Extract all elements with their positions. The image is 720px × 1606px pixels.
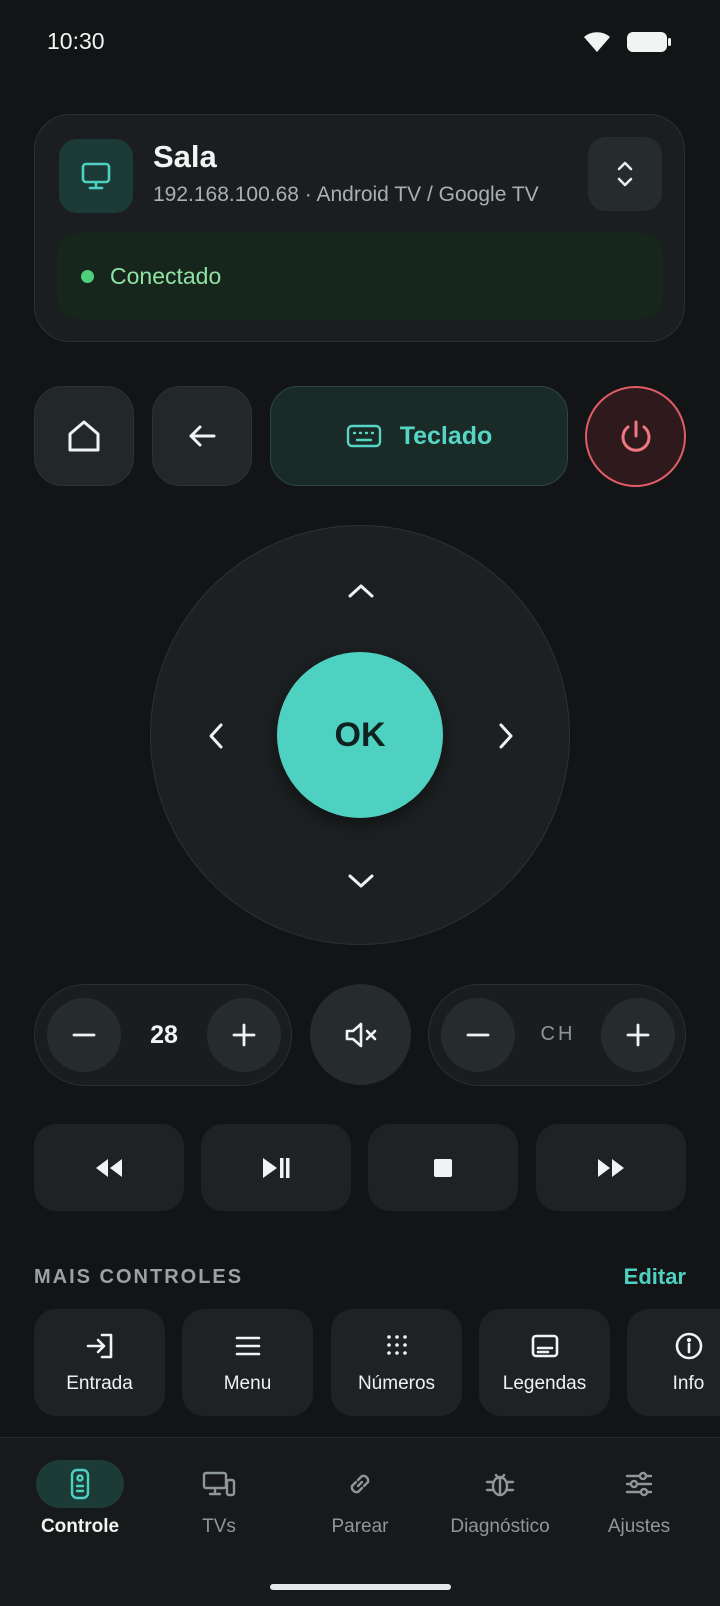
more-controls-title: MAIS CONTROLES: [34, 1266, 244, 1288]
nav-item-diagnostico[interactable]: Diagnóstico: [430, 1460, 570, 1538]
remote-icon: [69, 1468, 91, 1500]
input-icon: [85, 1331, 115, 1361]
switch-device-button[interactable]: [588, 137, 662, 211]
connection-status: Conectado: [57, 233, 663, 319]
home-icon: [65, 417, 103, 455]
control-menu[interactable]: Menu: [182, 1309, 313, 1416]
dpad-right-button[interactable]: [481, 711, 531, 761]
numbers-icon: [382, 1331, 412, 1361]
channel-up-button[interactable]: [601, 998, 675, 1072]
chevron-up-icon: [346, 581, 376, 601]
bug-icon: [484, 1469, 516, 1499]
nav-label: Ajustes: [607, 1516, 671, 1537]
rewind-icon: [93, 1156, 125, 1180]
home-button[interactable]: [34, 386, 134, 486]
mute-button[interactable]: [310, 984, 411, 1085]
volume-up-button[interactable]: [207, 998, 281, 1072]
link-icon: [345, 1469, 375, 1499]
bottom-nav: Controle TVs Parear Diagnóstico Ajustes: [0, 1437, 720, 1606]
control-label: Menu: [223, 1372, 272, 1394]
edit-link[interactable]: Editar: [624, 1264, 686, 1290]
device-name: Sala: [153, 139, 217, 174]
nav-item-ajustes[interactable]: Ajustes: [569, 1460, 709, 1538]
battery-icon: [626, 30, 672, 54]
status-dot: [81, 269, 94, 283]
plus-icon: [231, 1022, 257, 1048]
keyboard-icon: [346, 423, 382, 449]
channel-group: CH: [428, 984, 686, 1086]
dpad-left-button[interactable]: [191, 711, 241, 761]
tv-badge: [59, 139, 133, 213]
menu-icon: [233, 1331, 263, 1361]
control-label: Entrada: [66, 1372, 133, 1394]
home-indicator[interactable]: [270, 1584, 451, 1590]
play-pause-icon: [260, 1155, 292, 1181]
volume-mute-icon: [344, 1020, 378, 1050]
nav-item-parear[interactable]: Parear: [290, 1460, 430, 1538]
control-entrada[interactable]: Entrada: [34, 1309, 165, 1416]
stop-icon: [432, 1157, 454, 1179]
chevron-up-down-icon: [613, 159, 637, 189]
stop-button[interactable]: [368, 1124, 518, 1211]
device-subtitle: 192.168.100.68 · Android TV / Google TV: [153, 183, 539, 206]
subtitles-icon: [530, 1331, 560, 1361]
ok-button[interactable]: OK: [277, 652, 443, 818]
dpad-up-button[interactable]: [336, 566, 386, 616]
nav-icon-wrap: [175, 1460, 263, 1508]
device-card[interactable]: Sala 192.168.100.68 · Android TV / Googl…: [34, 114, 685, 342]
control-label: Legendas: [502, 1372, 587, 1394]
power-icon: [617, 418, 655, 456]
power-button[interactable]: [585, 386, 686, 487]
sliders-icon: [624, 1469, 654, 1499]
info-icon: [674, 1331, 704, 1361]
devices-icon: [202, 1470, 236, 1498]
control-info[interactable]: Info: [627, 1309, 720, 1416]
control-numeros[interactable]: Números: [331, 1309, 462, 1416]
nav-label: Controle: [40, 1516, 120, 1537]
nav-label: TVs: [202, 1516, 236, 1537]
nav-icon-wrap: [595, 1460, 683, 1508]
dpad-down-button[interactable]: [336, 856, 386, 906]
nav-item-controle[interactable]: Controle: [10, 1460, 150, 1538]
rewind-button[interactable]: [34, 1124, 184, 1211]
fast-forward-icon: [595, 1156, 627, 1180]
chevron-right-icon: [496, 721, 516, 751]
nav-item-tvs[interactable]: TVs: [149, 1460, 289, 1538]
connection-status-text: Conectado: [110, 262, 222, 289]
nav-label: Parear: [331, 1516, 389, 1537]
control-label: Números: [357, 1372, 436, 1394]
nav-icon-wrap: [316, 1460, 404, 1508]
nav-icon-wrap: [456, 1460, 544, 1508]
arrow-left-icon: [185, 419, 219, 453]
chevron-down-icon: [346, 871, 376, 891]
nav-active-indicator: [36, 1460, 124, 1508]
control-label: Info: [672, 1372, 705, 1394]
control-legendas[interactable]: Legendas: [479, 1309, 610, 1416]
nav-label: Diagnóstico: [450, 1516, 550, 1537]
status-time: 10:30: [47, 28, 105, 54]
wifi-icon: [582, 30, 612, 54]
tv-icon: [79, 159, 113, 193]
status-icons: [582, 30, 672, 54]
plus-icon: [625, 1022, 651, 1048]
volume-group: 28: [34, 984, 292, 1086]
ok-label: OK: [334, 715, 386, 754]
fast-forward-button[interactable]: [536, 1124, 686, 1211]
keyboard-button[interactable]: Teclado: [270, 386, 568, 486]
keyboard-label: Teclado: [399, 421, 493, 450]
dpad: OK: [150, 525, 570, 945]
back-button[interactable]: [152, 386, 252, 486]
chevron-left-icon: [206, 721, 226, 751]
play-pause-button[interactable]: [201, 1124, 351, 1211]
